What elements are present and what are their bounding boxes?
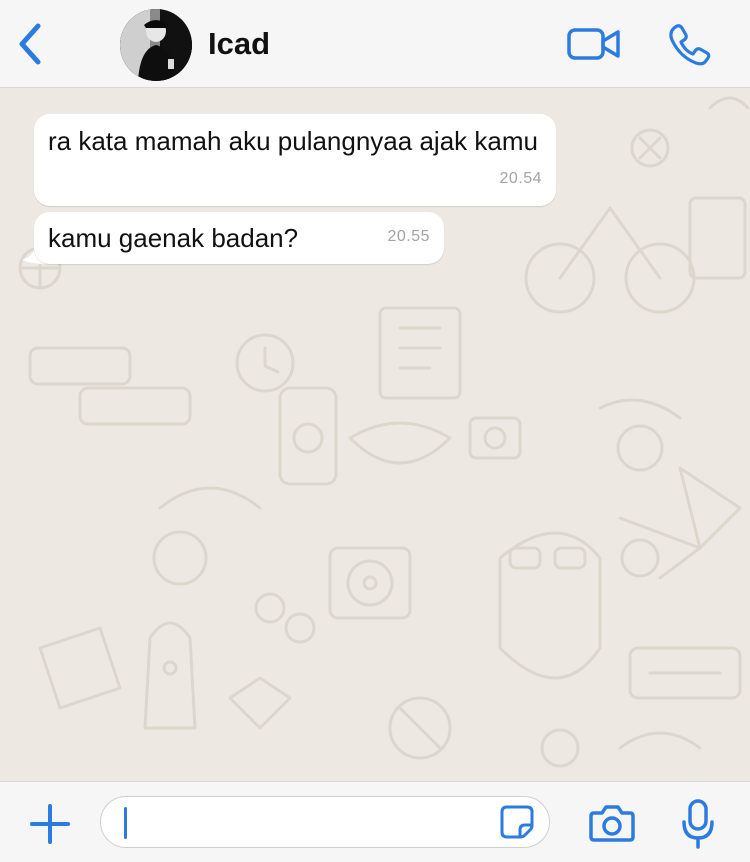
message-time: 20.54 — [499, 170, 542, 187]
chevron-left-icon — [19, 23, 41, 65]
back-button[interactable] — [14, 22, 48, 66]
contact-name[interactable]: Icad — [208, 26, 270, 62]
voice-call-button[interactable] — [666, 22, 712, 68]
message-time: 20.55 — [387, 228, 430, 245]
sticker-icon — [500, 805, 534, 839]
chat-area[interactable]: ra kata mamah aku pulangnyaa ajak kamu 2… — [0, 88, 750, 781]
phone-icon — [669, 24, 711, 66]
plus-icon — [30, 804, 70, 844]
camera-button[interactable] — [588, 801, 636, 845]
sticker-button[interactable] — [499, 804, 535, 840]
message-text: kamu gaenak badan? — [48, 223, 299, 253]
attach-button[interactable] — [28, 802, 72, 846]
microphone-icon — [682, 799, 714, 849]
message-text: ra kata mamah aku pulangnyaa ajak kamu — [48, 126, 538, 156]
message-input-wrapper[interactable] — [100, 796, 550, 848]
video-camera-icon — [567, 28, 620, 60]
text-cursor — [124, 807, 127, 839]
avatar-photo — [120, 9, 192, 81]
avatar[interactable] — [120, 9, 192, 81]
microphone-button[interactable] — [680, 798, 716, 850]
chat-header: Icad — [0, 0, 750, 88]
composer-bar — [0, 781, 750, 862]
message-bubble[interactable]: kamu gaenak badan? 20.55 — [34, 212, 444, 264]
message-bubble[interactable]: ra kata mamah aku pulangnyaa ajak kamu 2… — [34, 114, 556, 206]
camera-icon — [589, 805, 635, 842]
message-input[interactable] — [123, 803, 487, 843]
video-call-button[interactable] — [566, 24, 622, 64]
